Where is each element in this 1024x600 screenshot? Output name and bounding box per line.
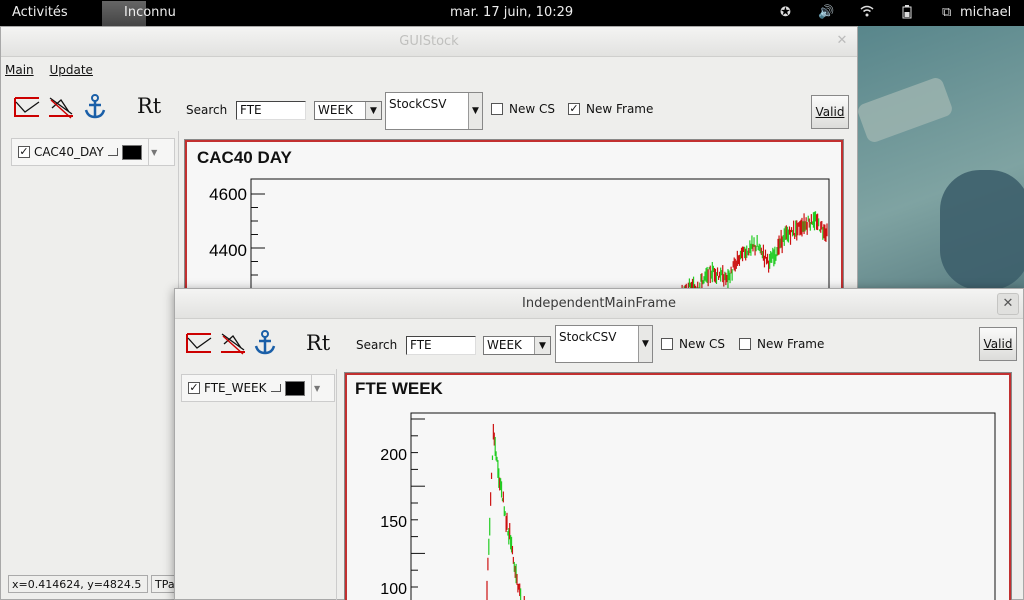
activities-button[interactable]: Activités	[12, 5, 68, 20]
volume-icon[interactable]: 🔊	[818, 5, 834, 20]
period-value: WEEK	[318, 103, 353, 117]
plot-frame	[410, 412, 996, 600]
series-style-icon[interactable]	[270, 384, 281, 392]
search-label: Search	[356, 338, 398, 352]
new-cs-checkbox[interactable]: New CS	[491, 102, 555, 116]
series-item[interactable]: ✓ FTE_WEEK ▼	[181, 374, 335, 402]
checkbox-box[interactable]	[661, 338, 673, 350]
wifi-icon[interactable]	[860, 5, 874, 21]
source-value: StockCSV	[559, 330, 617, 344]
rt-button[interactable]: Rt	[137, 94, 161, 118]
top-bar: Activités Inconnu mar. 17 juin, 10:29 ✪ …	[0, 0, 1024, 26]
toolbar: Rt Search FTE WEEK ▼ StockCSV ▼ New CS ✓…	[1, 85, 857, 131]
chevron-down-icon[interactable]: ▼	[147, 139, 160, 165]
price-chart[interactable]: 200 150 100	[347, 375, 1007, 600]
new-cs-label: New CS	[679, 337, 725, 351]
line-chart-icon[interactable]	[185, 329, 213, 357]
chart-canvas[interactable]: FTE WEEK 200 150 100	[344, 372, 1012, 600]
series-checkbox[interactable]: ✓	[188, 382, 200, 394]
valid-button[interactable]: Valid	[811, 95, 849, 129]
series-color-swatch[interactable]	[284, 380, 305, 396]
window-title-bar[interactable]: GUIStock ✕	[1, 27, 857, 57]
checkbox-box[interactable]	[739, 338, 751, 350]
search-label: Search	[186, 103, 228, 117]
period-select[interactable]: WEEK ▼	[483, 336, 551, 355]
window-title: IndependentMainFrame	[522, 296, 676, 311]
source-value: StockCSV	[389, 97, 447, 111]
series-checkbox[interactable]: ✓	[18, 146, 30, 158]
clock[interactable]: mar. 17 juin, 10:29	[450, 5, 573, 20]
series-item[interactable]: ✓ CAC40_DAY ▼	[11, 138, 175, 166]
chevron-down-icon[interactable]: ▼	[468, 93, 482, 129]
chevron-down-icon[interactable]: ▼	[365, 102, 381, 119]
close-icon[interactable]: ✕	[831, 31, 853, 53]
window-title-bar[interactable]: IndependentMainFrame ✕	[175, 289, 1023, 319]
search-input[interactable]: FTE	[406, 336, 476, 355]
candle-chart-icon[interactable]	[47, 93, 75, 121]
chevron-down-icon[interactable]: ▼	[638, 326, 652, 362]
independent-main-frame-window: IndependentMainFrame ✕ Rt Search FTE WEE…	[174, 288, 1024, 600]
wallpaper-detail	[940, 170, 1024, 290]
user-menu[interactable]: michael	[960, 5, 1011, 20]
series-name: FTE_WEEK	[204, 381, 267, 395]
status-coords: x=0.414624, y=4824.5	[8, 575, 148, 593]
wallpaper-detail	[855, 75, 955, 145]
new-frame-label: New Frame	[757, 337, 825, 351]
menu-main[interactable]: Main	[5, 63, 34, 77]
window-title: GUIStock	[399, 34, 459, 49]
rt-button[interactable]: Rt	[306, 331, 330, 355]
chevron-down-icon[interactable]: ▼	[310, 375, 323, 401]
series-panel: ✓ CAC40_DAY ▼	[1, 131, 179, 600]
source-select[interactable]: StockCSV ▼	[555, 325, 653, 363]
y-tick-label: 4600	[209, 185, 247, 204]
y-tick-label: 150	[380, 514, 407, 531]
battery-icon[interactable]	[902, 5, 912, 23]
new-cs-checkbox[interactable]: New CS	[661, 337, 725, 351]
valid-button[interactable]: Valid	[979, 327, 1017, 361]
series-panel: ✓ FTE_WEEK ▼	[175, 369, 337, 600]
user-icon[interactable]: ⧉	[942, 5, 951, 20]
candle-chart-icon[interactable]	[219, 329, 247, 357]
anchor-icon[interactable]	[81, 93, 109, 121]
y-tick-label: 100	[380, 581, 407, 598]
series-color-swatch[interactable]	[121, 144, 142, 160]
checkbox-box[interactable]: ✓	[568, 103, 580, 115]
app-menu-button[interactable]: Inconnu	[102, 1, 176, 26]
accessibility-icon[interactable]: ✪	[780, 5, 791, 20]
anchor-icon[interactable]	[251, 329, 279, 357]
y-tick-label: 200	[380, 447, 407, 464]
y-tick-label: 4400	[209, 241, 247, 260]
new-cs-label: New CS	[509, 102, 555, 116]
new-frame-label: New Frame	[586, 102, 654, 116]
series-style-icon[interactable]	[107, 148, 118, 156]
series-name: CAC40_DAY	[34, 145, 104, 159]
line-chart-icon[interactable]	[13, 93, 41, 121]
new-frame-checkbox[interactable]: ✓ New Frame	[568, 102, 653, 116]
toolbar: Rt Search FTE WEEK ▼ StockCSV ▼ New CS N…	[175, 319, 1023, 367]
menu-update[interactable]: Update	[49, 63, 92, 77]
source-select[interactable]: StockCSV ▼	[385, 92, 483, 130]
search-input[interactable]: FTE	[236, 101, 306, 120]
period-select[interactable]: WEEK ▼	[314, 101, 382, 120]
chevron-down-icon[interactable]: ▼	[534, 337, 550, 354]
new-frame-checkbox[interactable]: New Frame	[739, 337, 824, 351]
menu-bar: Main Update	[1, 57, 857, 85]
close-icon[interactable]: ✕	[997, 293, 1019, 315]
period-value: WEEK	[487, 338, 522, 352]
checkbox-box[interactable]	[491, 103, 503, 115]
